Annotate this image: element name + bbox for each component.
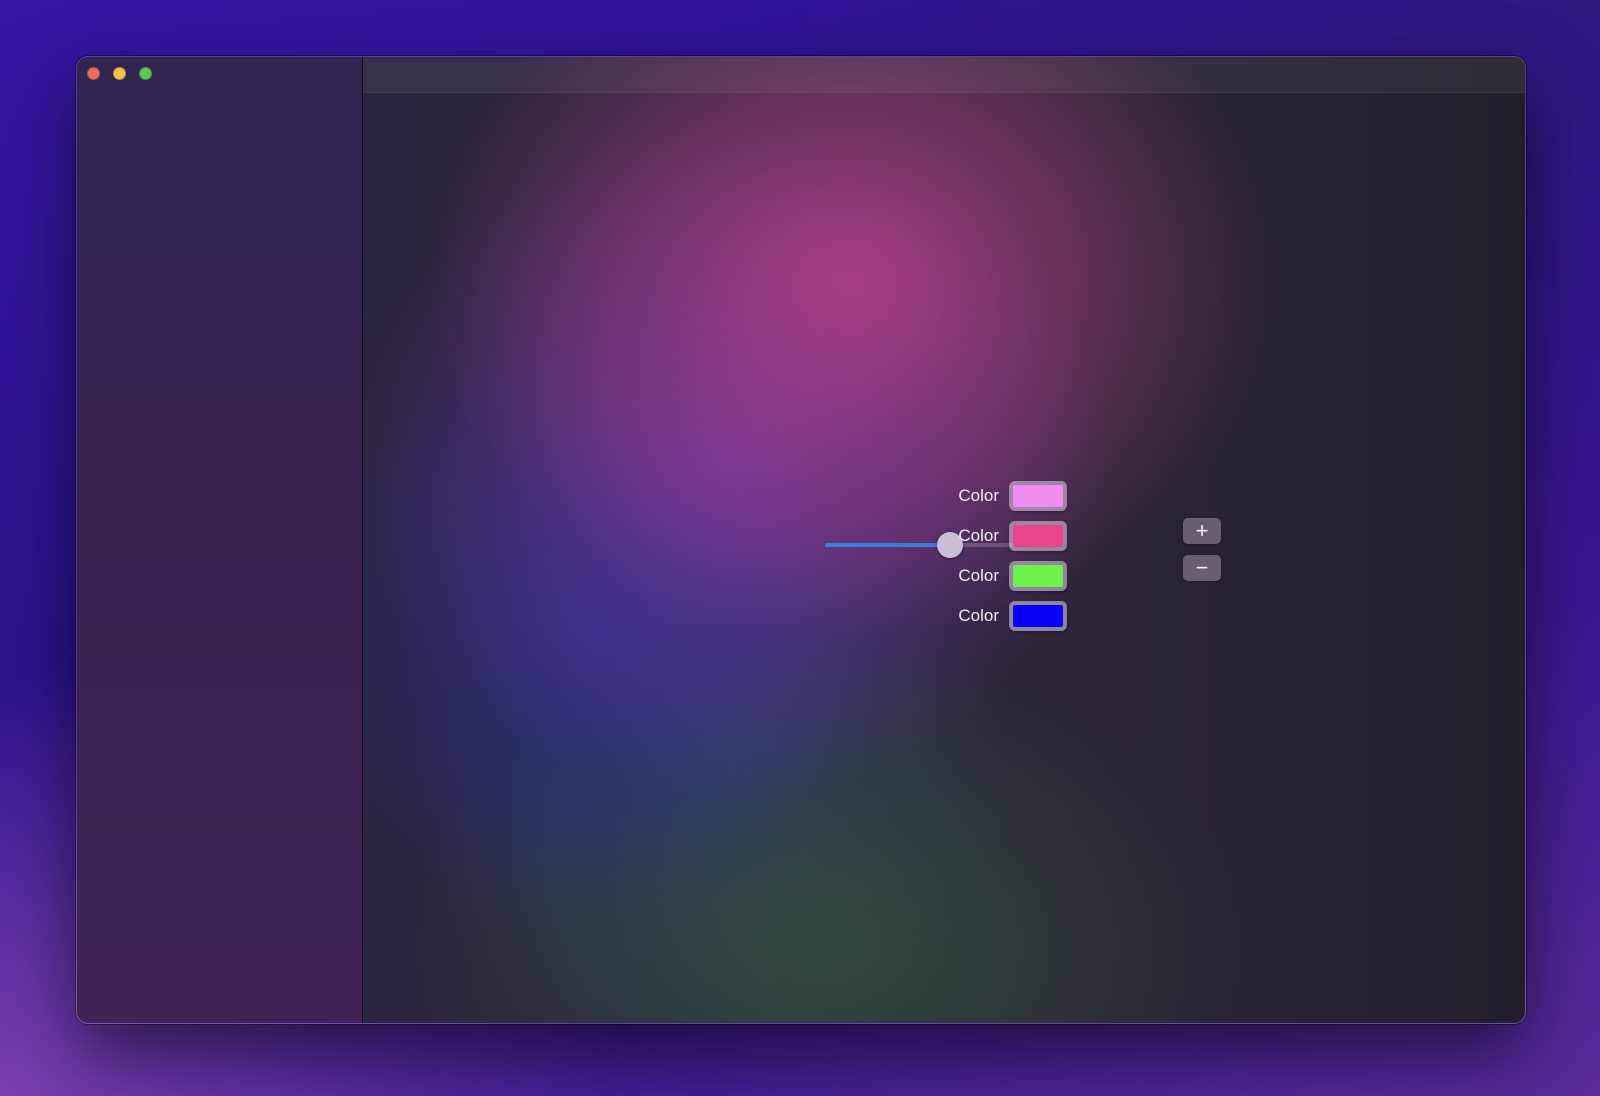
color-well-fill — [1013, 605, 1063, 627]
app-window: Color Color Color Color + − — [76, 56, 1526, 1024]
color-row: Color — [953, 481, 1067, 511]
sidebar — [77, 57, 363, 1023]
color-well[interactable] — [1009, 601, 1067, 631]
gradient-canvas: Color Color Color Color + − — [363, 57, 1525, 1023]
color-well[interactable] — [1009, 481, 1067, 511]
color-label: Color — [958, 526, 999, 545]
color-well-fill — [1013, 485, 1063, 507]
color-well[interactable] — [1009, 561, 1067, 591]
color-well-fill — [1013, 525, 1063, 547]
color-label: Color — [958, 606, 999, 625]
color-label: Color — [958, 486, 999, 505]
toolbar — [363, 57, 1525, 93]
traffic-lights — [87, 67, 152, 80]
add-color-button[interactable]: + — [1183, 518, 1221, 544]
close-button[interactable] — [87, 67, 100, 80]
color-label: Color — [958, 566, 999, 585]
color-row: Color — [953, 601, 1067, 631]
color-list: Color Color Color Color — [953, 481, 1067, 642]
slider-fill — [825, 543, 951, 547]
color-row: Color — [953, 521, 1067, 551]
zoom-button[interactable] — [139, 67, 152, 80]
remove-color-button[interactable]: − — [1183, 555, 1221, 581]
color-well-fill — [1013, 565, 1063, 587]
color-well[interactable] — [1009, 521, 1067, 551]
minimize-button[interactable] — [113, 67, 126, 80]
color-row: Color — [953, 561, 1067, 591]
